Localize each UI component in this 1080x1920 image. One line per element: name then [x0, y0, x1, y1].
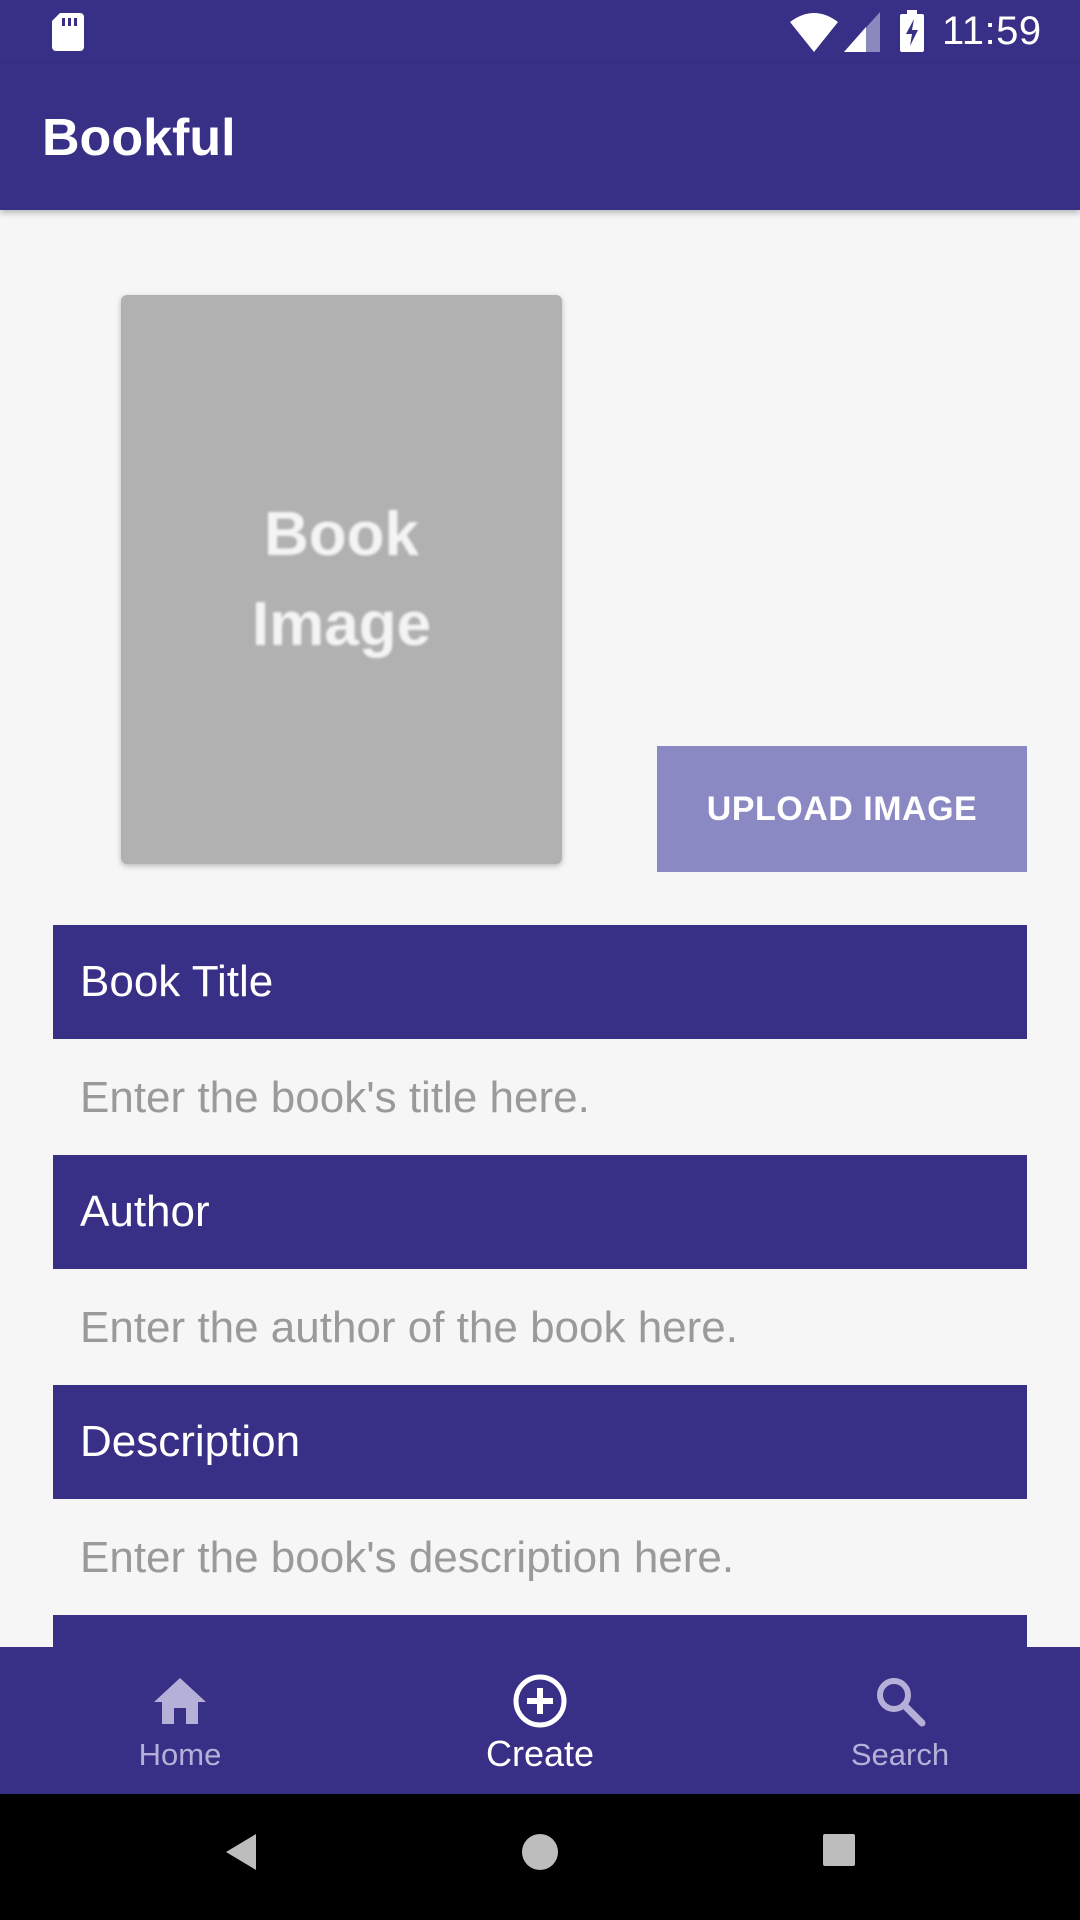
book-image-label-line2: Image	[251, 589, 432, 659]
wifi-icon	[790, 13, 838, 52]
description-header: Description	[53, 1385, 1027, 1499]
nav-search-label: Search	[850, 1737, 950, 1772]
status-bar: 11:59	[0, 0, 1080, 63]
add-circle-icon	[512, 1671, 568, 1731]
book-title-input[interactable]	[53, 1040, 1027, 1156]
nav-create[interactable]: Create	[360, 1647, 720, 1794]
nav-create-label: Create	[485, 1733, 595, 1774]
nav-home-label: Home	[138, 1737, 222, 1772]
bottom-navigation: Home Create Search	[0, 1647, 1080, 1794]
author-input[interactable]	[53, 1270, 1027, 1386]
back-icon[interactable]	[224, 1832, 258, 1872]
book-image-label-line1: Book	[264, 499, 419, 569]
battery-charging-icon	[900, 10, 924, 52]
description-input[interactable]	[53, 1500, 1027, 1616]
sd-card-icon	[52, 13, 84, 51]
book-title-header: Book Title	[53, 925, 1027, 1039]
app-bar: Bookful	[0, 63, 1080, 210]
book-image-label: Book Image	[192, 490, 492, 670]
book-image-placeholder[interactable]: Book Image	[121, 295, 562, 864]
recents-icon[interactable]	[821, 1832, 857, 1868]
home-circle-icon[interactable]	[520, 1832, 560, 1872]
upload-image-button[interactable]: UPLOAD IMAGE	[657, 746, 1027, 872]
app-title: Bookful	[42, 109, 236, 167]
status-clock: 11:59	[942, 9, 1042, 53]
nav-search[interactable]: Search	[720, 1647, 1080, 1794]
search-icon	[874, 1671, 926, 1731]
home-icon	[152, 1671, 208, 1731]
author-header: Author	[53, 1155, 1027, 1269]
system-navigation-bar	[0, 1794, 1080, 1920]
nav-home[interactable]: Home	[0, 1647, 360, 1794]
signal-icon	[844, 12, 880, 52]
